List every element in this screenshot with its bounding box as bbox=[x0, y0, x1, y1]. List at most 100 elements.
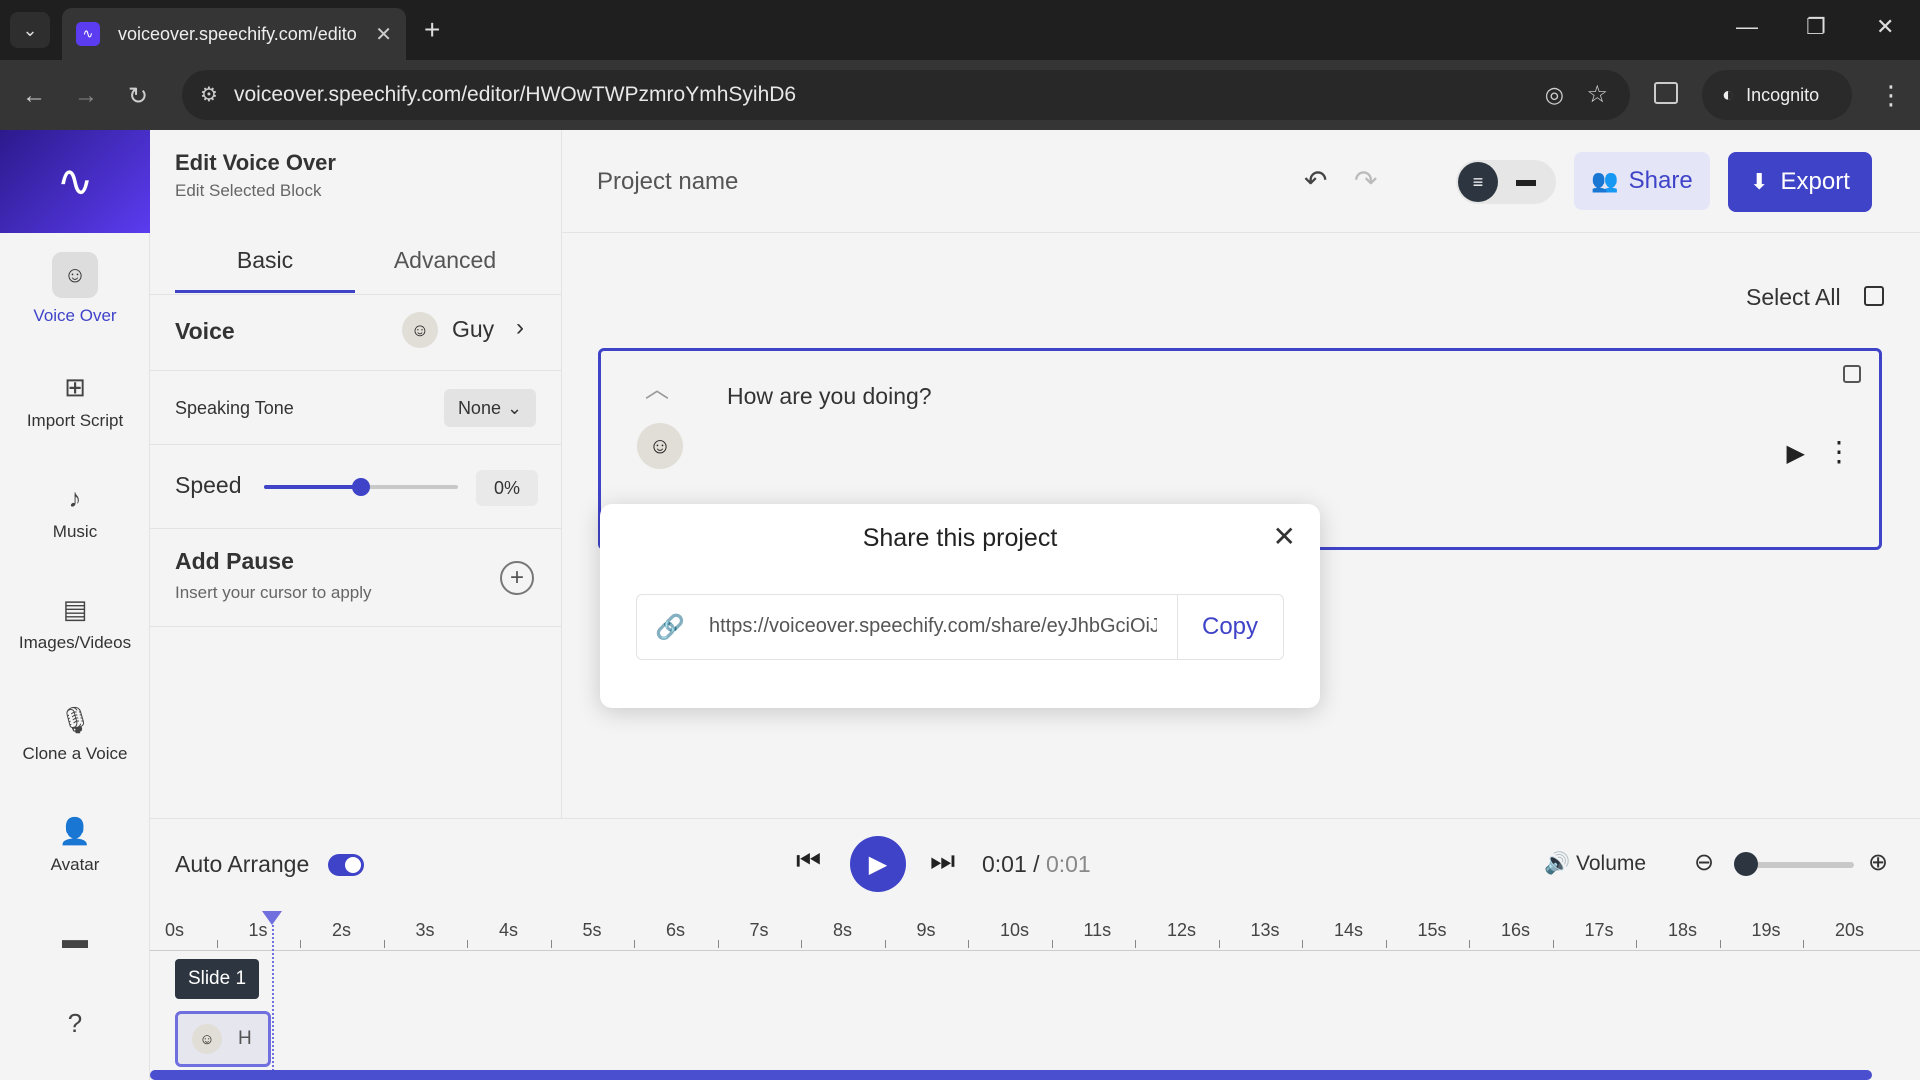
rail-item-import-script[interactable]: ⊞ Import Script bbox=[0, 372, 150, 431]
chevron-right-icon[interactable]: › bbox=[516, 314, 524, 342]
share-url[interactable]: https://voiceover.speechify.com/share/ey… bbox=[709, 615, 1157, 638]
restore-window-button[interactable]: ❐ bbox=[1806, 14, 1826, 40]
copy-button[interactable]: Copy bbox=[1177, 595, 1283, 659]
person-icon: 👤 bbox=[58, 816, 92, 846]
minimize-window-button[interactable]: — bbox=[1736, 14, 1758, 40]
timeline-tick-mark bbox=[1552, 940, 1554, 948]
address-bar[interactable]: ⚙ voiceover.speechify.com/editor/HWOwTWP… bbox=[182, 70, 1630, 120]
timeline-tick-label: 17s bbox=[1584, 920, 1614, 940]
list-view-icon[interactable]: ≡ bbox=[1458, 162, 1498, 202]
timecode: 0:01 / 0:01 bbox=[982, 851, 1091, 878]
timeline-tick-label: 8s bbox=[833, 920, 853, 940]
rail-item-music[interactable]: ♪ Music bbox=[0, 483, 150, 542]
toggle-knob bbox=[345, 857, 361, 873]
rail-item-label: Images/Videos bbox=[18, 633, 132, 652]
playhead-line bbox=[272, 925, 274, 1075]
timeline-tick-label: 1s bbox=[248, 920, 268, 940]
music-note-icon: ♪ bbox=[68, 483, 82, 513]
share-button[interactable]: 👥 Share bbox=[1574, 152, 1710, 210]
browser-menu-icon[interactable]: ⋮ bbox=[1878, 80, 1904, 111]
back-button[interactable]: ← bbox=[22, 82, 46, 110]
rail-item-label: Voice Over bbox=[33, 306, 117, 325]
tab-title: voiceover.speechify.com/edito bbox=[118, 23, 357, 44]
timeline-scrollbar[interactable] bbox=[150, 1070, 1872, 1080]
speed-label: Speed bbox=[175, 472, 242, 498]
tracking-protection-icon[interactable]: ◎ bbox=[1545, 82, 1564, 108]
rail-item-clone-voice[interactable]: 🎙 Clone a Voice bbox=[0, 705, 150, 764]
add-person-icon: 👥 bbox=[1591, 168, 1619, 193]
view-toggle[interactable]: ≡ ▬ bbox=[1456, 160, 1556, 204]
skip-back-icon[interactable]: ⏮ bbox=[796, 845, 821, 878]
rail-item-help[interactable]: ? bbox=[0, 1008, 150, 1047]
speed-value[interactable]: 0% bbox=[476, 470, 538, 506]
zoom-out-icon[interactable]: ⊖ bbox=[1694, 848, 1714, 877]
select-all-checkbox[interactable] bbox=[1864, 286, 1884, 306]
volume-button[interactable]: 🔊 Volume bbox=[1544, 852, 1646, 876]
speed-slider-fill bbox=[264, 485, 361, 489]
block-text[interactable]: How are you doing? bbox=[727, 383, 932, 410]
tab-basic[interactable]: Basic bbox=[175, 233, 355, 293]
tab-search-button[interactable]: ⌄ bbox=[10, 12, 50, 48]
timeline-tick-label: 9s bbox=[916, 920, 936, 940]
close-icon[interactable]: ✕ bbox=[1273, 520, 1296, 553]
incognito-badge[interactable]: ◐ Incognito bbox=[1702, 70, 1852, 120]
rail-item-chat[interactable]: ▬ bbox=[0, 924, 150, 963]
export-label: Export bbox=[1780, 168, 1850, 195]
browser-tab[interactable]: ∿ voiceover.speechify.com/edito ✕ bbox=[62, 8, 406, 60]
auto-arrange-toggle[interactable] bbox=[328, 854, 364, 876]
zoom-slider-handle[interactable] bbox=[1733, 852, 1758, 876]
address-url[interactable]: voiceover.speechify.com/editor/HWOwTWPzm… bbox=[234, 83, 796, 107]
panel-subtitle: Edit Selected Block bbox=[175, 181, 322, 200]
slide-view-icon[interactable]: ▬ bbox=[1516, 169, 1536, 192]
volume-label: Volume bbox=[1576, 852, 1647, 875]
bookmark-star-icon[interactable]: ☆ bbox=[1586, 80, 1608, 109]
share-modal-title: Share this project bbox=[862, 524, 1058, 552]
rail-item-label: Avatar bbox=[50, 855, 100, 874]
auto-arrange-label: Auto Arrange bbox=[175, 851, 310, 877]
export-button[interactable]: ⬇ Export bbox=[1728, 152, 1872, 212]
play-button[interactable]: ▶ bbox=[850, 836, 906, 892]
timeline-tick-label: 19s bbox=[1751, 920, 1781, 940]
reload-button[interactable]: ↻ bbox=[128, 82, 148, 111]
timeline-tick-label: 20s bbox=[1835, 920, 1865, 940]
undo-icon[interactable]: ↶ bbox=[1304, 164, 1327, 197]
voice-name[interactable]: Guy bbox=[452, 316, 494, 343]
chevron-up-icon[interactable]: ︿ bbox=[645, 369, 669, 404]
slide-tag[interactable]: Slide 1 bbox=[175, 959, 259, 999]
redo-icon[interactable]: ↷ bbox=[1354, 164, 1377, 197]
timeline-tick-label: 3s bbox=[415, 920, 435, 940]
avatar[interactable]: ☺ bbox=[637, 423, 683, 469]
play-icon: ▶ bbox=[868, 850, 888, 878]
select-all-label[interactable]: Select All bbox=[1746, 284, 1841, 311]
rail-item-label: Music bbox=[52, 522, 98, 541]
forward-button[interactable]: → bbox=[74, 82, 98, 110]
timeline-clip[interactable]: ☺ H bbox=[175, 1011, 271, 1067]
skip-forward-icon[interactable]: ⏭ bbox=[930, 845, 955, 878]
speechify-logo-icon[interactable]: ∿ bbox=[0, 130, 150, 233]
speed-slider-handle[interactable] bbox=[352, 478, 370, 496]
rail-item-voice-over[interactable]: ☺ Voice Over bbox=[0, 252, 150, 326]
close-tab-icon[interactable]: ✕ bbox=[375, 22, 392, 47]
clip-label: H bbox=[238, 1028, 252, 1049]
rail-item-images-videos[interactable]: ▤ Images/Videos bbox=[0, 594, 150, 653]
timeline-tick-mark bbox=[1302, 940, 1304, 948]
zoom-in-icon[interactable]: ⊕ bbox=[1868, 848, 1888, 877]
play-icon[interactable]: ▶ bbox=[1787, 439, 1805, 468]
close-window-button[interactable]: ✕ bbox=[1876, 14, 1894, 40]
share-link-field: 🔗 https://voiceover.speechify.com/share/… bbox=[636, 594, 1284, 660]
voice-avatar[interactable]: ☺ bbox=[402, 312, 438, 348]
speaking-tone-select[interactable]: None ⌄ bbox=[444, 389, 536, 427]
incognito-icon: ◐ bbox=[1722, 83, 1735, 106]
side-panel-icon[interactable] bbox=[1654, 82, 1678, 104]
timeline-tick-label: 12s bbox=[1167, 920, 1197, 940]
add-pause-button[interactable]: + bbox=[500, 561, 534, 595]
new-tab-button[interactable]: + bbox=[424, 14, 440, 46]
tab-advanced[interactable]: Advanced bbox=[355, 233, 535, 293]
site-info-icon[interactable]: ⚙ bbox=[200, 82, 218, 107]
more-options-icon[interactable]: ⋮ bbox=[1825, 435, 1853, 468]
panel-title: Edit Voice Over bbox=[175, 150, 336, 175]
project-name-input[interactable]: Project name bbox=[597, 168, 738, 196]
rail-item-avatar[interactable]: 👤 Avatar bbox=[0, 816, 150, 875]
app-header bbox=[562, 130, 1920, 233]
block-checkbox[interactable] bbox=[1843, 365, 1861, 383]
